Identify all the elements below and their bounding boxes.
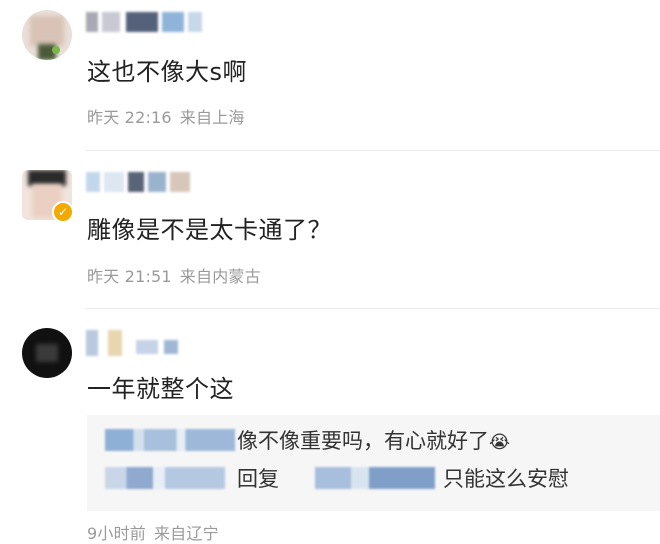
reply-username-blurred [105,429,235,451]
comment-location: 来自内蒙古 [179,267,261,286]
comment-text: 这也不像大s啊 [87,58,248,86]
reply-text-line2-tail: 只能这么安慰 [443,467,569,491]
comment-time: 昨天 21:51 [87,267,172,286]
avatar[interactable] [22,10,72,60]
comment-location: 来自辽宁 [153,524,219,543]
comment-time: 昨天 22:16 [87,108,172,127]
crying-face-icon: 😭 [489,432,511,453]
reply-preview-box[interactable]: 像不像重要吗，有心就好了😭 回复 只能这么安慰 [87,415,660,511]
username-blurred[interactable] [86,330,186,356]
comment-item: ✓ 雕像是不是太卡通了？ 昨天 21:51 来自内蒙古 [0,150,660,308]
comment-item: 这也不像大s啊 昨天 22:16 来自上海 [0,0,660,150]
comment-meta: 昨天 21:51 来自内蒙古 [87,263,269,287]
comment-text: 一年就整个这 [87,375,234,403]
username-blurred[interactable] [86,172,206,192]
comment-text: 雕像是不是太卡通了？ [87,216,332,244]
comment-meta: 9小时前 来自辽宁 [87,520,227,544]
comment-meta: 昨天 22:16 来自上海 [87,104,253,128]
comment-time: 9小时前 [87,524,146,543]
username-blurred[interactable] [86,12,216,32]
reply-target-blurred [315,467,435,489]
reply-username-blurred [105,467,225,489]
comment-location: 来自上海 [179,108,245,127]
reply-text-line2: 回复 [237,467,279,491]
verified-badge-icon: ✓ [52,201,74,223]
reply-text-line1: 像不像重要吗，有心就好了😭 [237,429,511,453]
avatar[interactable] [22,328,72,378]
